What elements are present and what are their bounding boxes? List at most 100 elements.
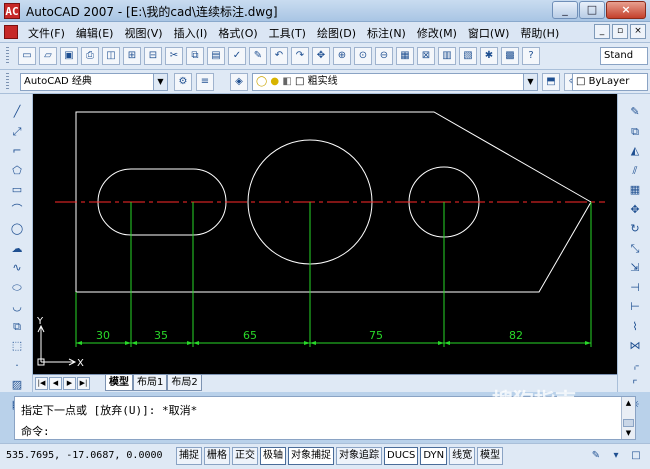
- status-toggle-0[interactable]: 捕捉: [176, 447, 202, 465]
- arc-icon[interactable]: ⌒: [8, 202, 26, 218]
- line-icon[interactable]: ╱: [8, 104, 26, 120]
- design-center-icon[interactable]: ⊠: [417, 47, 435, 65]
- layer-manager-icon[interactable]: ≡: [196, 73, 214, 91]
- properties-icon[interactable]: ▦: [396, 47, 414, 65]
- publish-icon[interactable]: ⊟: [144, 47, 162, 65]
- last-tab-icon[interactable]: ▶|: [77, 377, 90, 390]
- menu-item-5[interactable]: 工具(T): [269, 25, 306, 41]
- prev-tab-icon[interactable]: ◀: [49, 377, 62, 390]
- toolbar-grip[interactable]: [6, 73, 9, 90]
- move-icon[interactable]: ✥: [626, 202, 644, 218]
- erase-icon[interactable]: ✎: [626, 104, 644, 120]
- layer-combo[interactable]: ◯ ● ◧ □ 粗实线 ▼: [252, 73, 538, 91]
- offset-icon[interactable]: ⫽: [626, 163, 644, 179]
- document-icon[interactable]: [4, 25, 18, 39]
- preview-icon[interactable]: ◫: [102, 47, 120, 65]
- help-icon[interactable]: ?: [522, 47, 540, 65]
- chamfer-icon[interactable]: ⌌: [626, 358, 644, 374]
- command-prompt[interactable]: 命令:: [21, 423, 50, 439]
- status-toggle-1[interactable]: 栅格: [204, 447, 230, 465]
- make-block-icon[interactable]: ⬚: [8, 338, 26, 354]
- status-toggle-7[interactable]: DYN: [420, 447, 448, 465]
- menu-item-2[interactable]: 视图(V): [124, 25, 162, 41]
- menu-item-9[interactable]: 窗口(W): [468, 25, 509, 41]
- scroll-thumb[interactable]: [623, 419, 634, 427]
- tab-layout-2[interactable]: 布局2: [167, 375, 202, 391]
- pan-icon[interactable]: ✥: [312, 47, 330, 65]
- polygon-icon[interactable]: ⬠: [8, 163, 26, 179]
- menu-arrow-icon[interactable]: ▾: [608, 448, 624, 464]
- status-toggle-5[interactable]: 对象追踪: [336, 447, 382, 465]
- dimension-text-65[interactable]: 65: [243, 329, 257, 342]
- next-tab-icon[interactable]: ▶: [63, 377, 76, 390]
- polyline-icon[interactable]: ⌐: [8, 143, 26, 159]
- status-toggle-3[interactable]: 极轴: [260, 447, 286, 465]
- status-toggle-6[interactable]: DUCS: [384, 447, 419, 465]
- calculator-icon[interactable]: ▩: [501, 47, 519, 65]
- hatch-icon[interactable]: ▨: [8, 377, 26, 393]
- trim-icon[interactable]: ⊣: [626, 280, 644, 296]
- dimension-text-82[interactable]: 82: [509, 329, 523, 342]
- extend-icon[interactable]: ⊢: [626, 299, 644, 315]
- coordinate-readout[interactable]: 535.7695, -17.0687, 0.0000: [6, 450, 163, 461]
- dimension-text-75[interactable]: 75: [369, 329, 383, 342]
- point-icon[interactable]: ·: [8, 358, 26, 374]
- doc-restore-button[interactable]: ▫: [612, 24, 628, 39]
- ellipse-icon[interactable]: ⬭: [8, 280, 26, 296]
- status-toggle-8[interactable]: 线宽: [449, 447, 476, 465]
- text-style-combo[interactable]: Stand: [600, 47, 648, 65]
- status-toggle-2[interactable]: 正交: [232, 447, 258, 465]
- menu-item-1[interactable]: 编辑(E): [76, 25, 114, 41]
- drawing-svg[interactable]: 30 35 65 75 82 Y X: [33, 94, 617, 374]
- menu-item-4[interactable]: 格式(O): [218, 25, 257, 41]
- copy-object-icon[interactable]: ⧉: [626, 124, 644, 140]
- close-button[interactable]: ×: [606, 1, 646, 19]
- fillet-icon[interactable]: ⌜: [626, 377, 644, 393]
- tab-layout-0[interactable]: 模型: [105, 375, 133, 391]
- rectangle-icon[interactable]: ▭: [8, 182, 26, 198]
- doc-minimize-button[interactable]: _: [594, 24, 610, 39]
- maximize-button[interactable]: □: [579, 1, 605, 19]
- mirror-icon[interactable]: ◭: [626, 143, 644, 159]
- scale-icon[interactable]: ⤡: [626, 241, 644, 257]
- cut-icon[interactable]: ✂: [165, 47, 183, 65]
- open-icon[interactable]: ▱: [39, 47, 57, 65]
- paste-icon[interactable]: ▤: [207, 47, 225, 65]
- autocad-app-icon[interactable]: AC: [4, 3, 20, 19]
- menu-item-7[interactable]: 标注(N): [367, 25, 406, 41]
- doc-close-button[interactable]: ×: [630, 24, 646, 39]
- menu-item-10[interactable]: 帮助(H): [520, 25, 559, 41]
- first-tab-icon[interactable]: |◀: [35, 377, 48, 390]
- stretch-icon[interactable]: ⇲: [626, 260, 644, 276]
- status-toggle-4[interactable]: 对象捕捉: [288, 447, 334, 465]
- insert-block-icon[interactable]: ⧉: [8, 319, 26, 335]
- print-icon[interactable]: ⎙: [81, 47, 99, 65]
- tool-palette-icon[interactable]: ▥: [438, 47, 456, 65]
- zoom-previous-icon[interactable]: ⊖: [375, 47, 393, 65]
- chevron-down-icon[interactable]: ▼: [523, 74, 537, 90]
- menu-item-3[interactable]: 插入(I): [174, 25, 208, 41]
- communication-icon[interactable]: ✎: [588, 448, 604, 464]
- command-scrollbar[interactable]: ▲ ▼: [621, 397, 635, 439]
- menu-item-8[interactable]: 修改(M): [417, 25, 457, 41]
- brush-icon[interactable]: ✎: [249, 47, 267, 65]
- construction-line-icon[interactable]: ⤢: [8, 124, 26, 140]
- rotate-icon[interactable]: ↻: [626, 221, 644, 237]
- menu-item-0[interactable]: 文件(F): [28, 25, 65, 41]
- workspace-settings-icon[interactable]: ⚙: [174, 73, 192, 91]
- copy-icon[interactable]: ⧉: [186, 47, 204, 65]
- scroll-up-icon[interactable]: ▲: [622, 397, 635, 409]
- color-combo[interactable]: □ ByLayer: [572, 73, 648, 91]
- revision-cloud-icon[interactable]: ☁: [8, 241, 26, 257]
- clean-screen-icon[interactable]: □: [628, 448, 644, 464]
- match-icon[interactable]: ✓: [228, 47, 246, 65]
- zoom-realtime-icon[interactable]: ⊕: [333, 47, 351, 65]
- array-icon[interactable]: ▦: [626, 182, 644, 198]
- circle-icon[interactable]: ◯: [8, 221, 26, 237]
- ellipse-arc-icon[interactable]: ◡: [8, 299, 26, 315]
- toolbar-grip[interactable]: [6, 47, 9, 65]
- make-current-layer-icon[interactable]: ⬒: [542, 73, 560, 91]
- sheet-set-icon[interactable]: ▧: [459, 47, 477, 65]
- redo-icon[interactable]: ↷: [291, 47, 309, 65]
- status-toggle-9[interactable]: 模型: [477, 447, 504, 465]
